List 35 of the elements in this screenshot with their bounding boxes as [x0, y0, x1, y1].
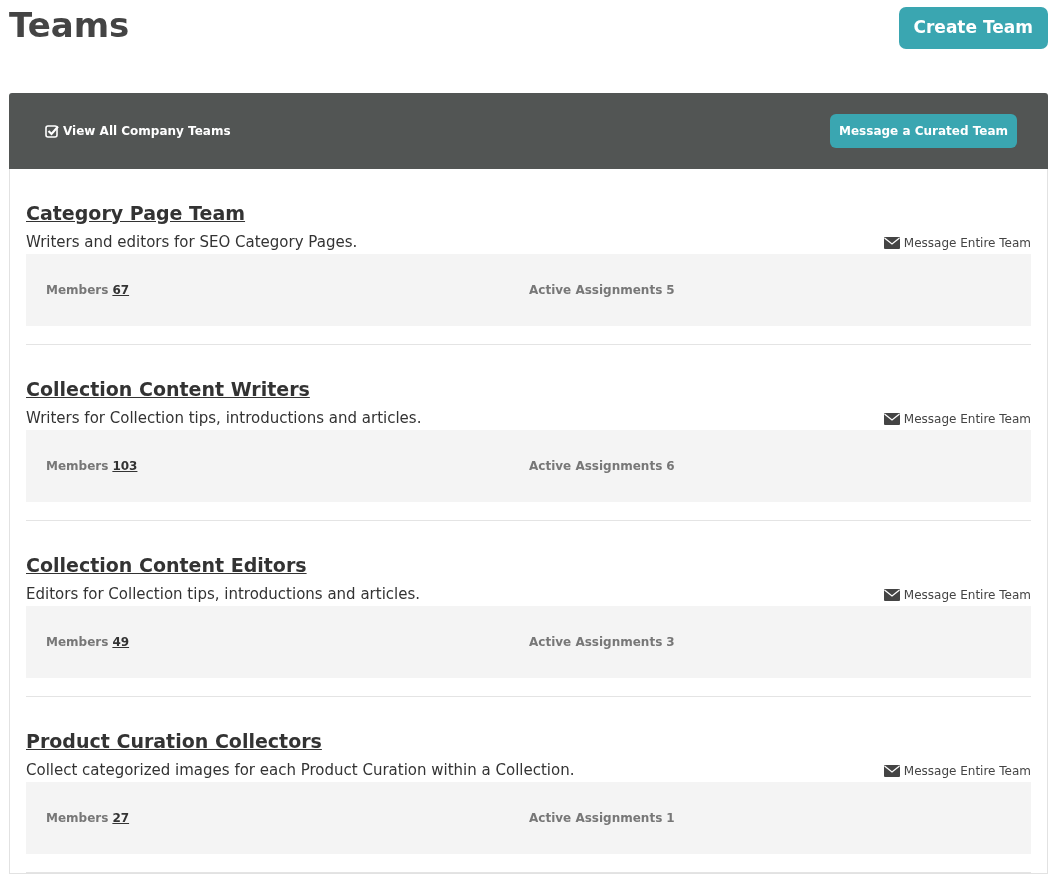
assignments-count: 5 [666, 281, 675, 299]
assignments-label: Active Assignments [529, 633, 663, 651]
checked-checkbox-icon[interactable] [45, 123, 59, 138]
assignments-count: 3 [666, 633, 675, 651]
envelope-icon [883, 236, 900, 249]
message-entire-team-link[interactable]: Message Entire Team [883, 233, 1031, 252]
team-name-link[interactable]: Product Curation Collectors [26, 726, 322, 755]
envelope-icon [883, 412, 900, 425]
team-name-link[interactable]: Category Page Team [26, 198, 246, 227]
assignments-label: Active Assignments [529, 457, 663, 475]
envelope-icon [883, 588, 900, 601]
team-description: Writers and editors for SEO Category Pages. [26, 232, 358, 253]
members-count-link[interactable]: 67 [112, 280, 130, 326]
members-label: Members [46, 809, 109, 827]
assignments-label: Active Assignments [529, 809, 663, 827]
message-entire-team-link[interactable]: Message Entire Team [883, 761, 1031, 780]
message-entire-team-link[interactable]: Message Entire Team [883, 585, 1031, 604]
assignments-label: Active Assignments [529, 281, 663, 299]
members-count-link[interactable]: 49 [112, 632, 130, 678]
team-description: Writers for Collection tips, introductions and articles. [26, 408, 422, 429]
members-count-link[interactable]: 27 [112, 808, 130, 854]
page-title: Teams [9, 8, 130, 42]
view-all-checkbox[interactable]: View All Company Teams [45, 121, 231, 140]
message-entire-team-link[interactable]: Message Entire Team [883, 409, 1031, 428]
team-description: Editors for Collection tips, introductions and articles. [26, 584, 421, 605]
members-label: Members [46, 633, 109, 651]
team-description: Collect categorized images for each Product Curation within a Collection. [26, 760, 575, 781]
envelope-icon [883, 764, 900, 777]
members-label: Members [46, 457, 109, 475]
team-name-link[interactable]: Collection Content Editors [26, 550, 307, 579]
members-label: Members [46, 281, 109, 299]
members-count-link[interactable]: 103 [112, 456, 138, 502]
assignments-count: 1 [666, 809, 675, 827]
team-name-link[interactable]: Collection Content Writers [26, 374, 310, 403]
assignments-count: 6 [666, 457, 675, 475]
